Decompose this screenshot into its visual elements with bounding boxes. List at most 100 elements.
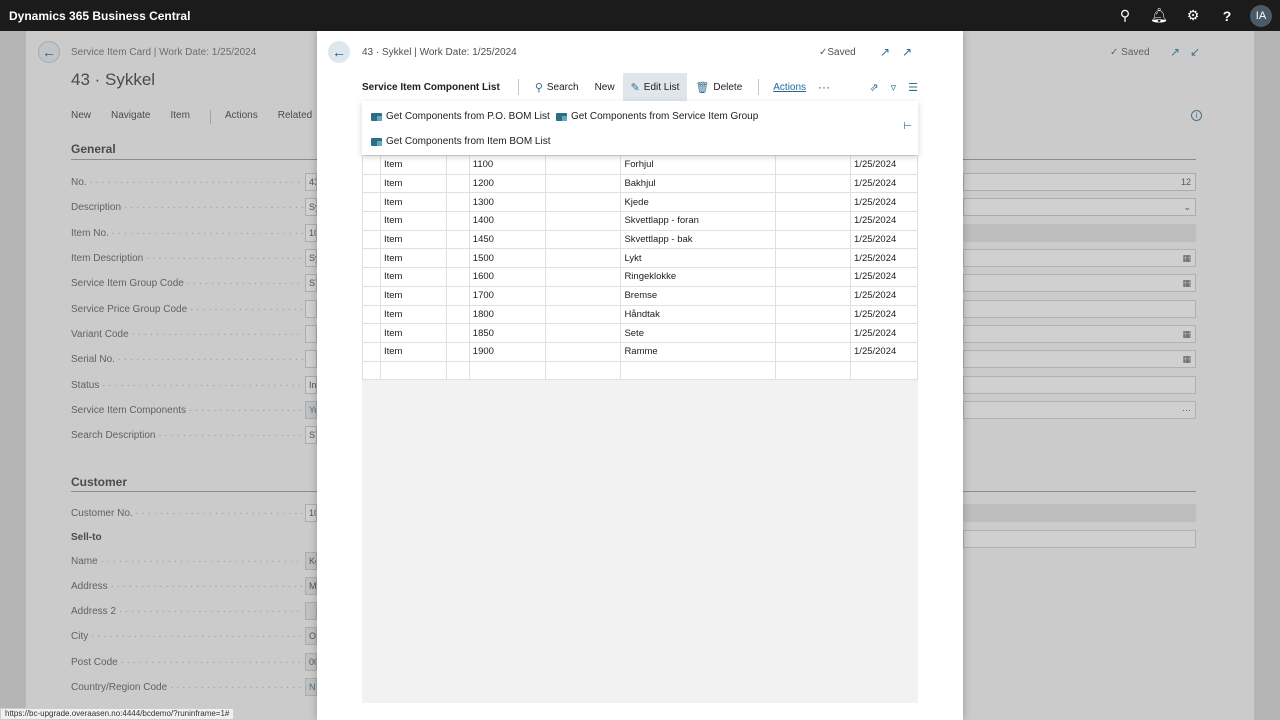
table-row[interactable]: Item 1600 Ringeklokke 1/25/2024 <box>362 267 918 287</box>
filter-icon[interactable]: ▿ <box>891 81 897 94</box>
extra-cell[interactable] <box>775 192 852 213</box>
type-cell[interactable]: Item <box>379 211 447 231</box>
row-selector[interactable] <box>362 229 381 250</box>
table-row[interactable]: Item 1300 Kjede 1/25/2024 <box>362 192 918 213</box>
back-button[interactable]: ← <box>328 41 350 63</box>
description-cell[interactable]: Kjede <box>620 192 777 213</box>
no-cell[interactable]: 1700 <box>468 285 546 306</box>
field-input-country[interactable]: NO <box>305 678 317 696</box>
description-cell[interactable]: Bremse <box>620 285 777 306</box>
row-selector[interactable] <box>362 341 381 362</box>
field-input-address-2[interactable] <box>305 602 317 620</box>
spacer-cell[interactable] <box>445 248 470 269</box>
get-components-item-bom[interactable]: Get Components from Item BOM List <box>371 136 551 147</box>
bg-back-button[interactable]: ← <box>38 41 60 63</box>
extra-cell[interactable] <box>775 229 852 250</box>
new-button[interactable]: New <box>587 73 623 101</box>
empty-cell[interactable] <box>379 360 447 381</box>
variant-cell[interactable] <box>544 192 622 213</box>
field-input-item-description[interactable]: Sy <box>305 249 317 267</box>
variant-cell[interactable] <box>544 304 622 325</box>
date-cell[interactable]: 1/25/2024 <box>850 285 918 306</box>
field-input-serial-no[interactable] <box>305 350 317 368</box>
row-selector[interactable] <box>362 304 381 325</box>
variant-cell[interactable] <box>544 155 622 175</box>
spacer-cell[interactable] <box>445 211 470 231</box>
type-cell[interactable]: Item <box>379 323 447 343</box>
bg-menu-navigate[interactable]: Navigate <box>111 110 150 124</box>
field-input-search-description[interactable]: SY <box>305 426 317 444</box>
table-row[interactable]: Item 1500 Lykt 1/25/2024 <box>362 248 918 269</box>
spacer-cell[interactable] <box>445 267 470 287</box>
field-input-city[interactable]: Os <box>305 627 317 645</box>
get-components-po-bom[interactable]: Get Components from P.O. BOM List <box>371 111 550 122</box>
spacer-cell[interactable] <box>445 341 470 362</box>
variant-cell[interactable] <box>544 248 622 269</box>
date-cell[interactable]: 1/25/2024 <box>850 155 918 175</box>
search-button[interactable]: ⚲ Search <box>527 73 587 101</box>
search-icon[interactable]: ⚲ <box>1108 0 1142 31</box>
no-cell[interactable]: 1300 <box>468 192 546 213</box>
avatar[interactable]: IA <box>1250 4 1272 27</box>
table-row[interactable]: Item 1200 Bakhjul 1/25/2024 <box>362 173 918 194</box>
date-cell[interactable]: 1/25/2024 <box>850 341 918 362</box>
spacer-cell[interactable] <box>445 285 470 306</box>
pin-icon[interactable]: ⊢ <box>903 121 912 132</box>
bg-menu-related[interactable]: Related <box>278 110 312 124</box>
field-input-description[interactable]: Sykkel <box>305 198 317 216</box>
field-input-post-code[interactable]: 00 <box>305 653 317 671</box>
right-field-empty-2[interactable] <box>963 376 1196 394</box>
extra-cell[interactable] <box>775 155 852 175</box>
description-cell[interactable]: Skvettlapp - foran <box>620 211 777 231</box>
date-cell[interactable]: 1/25/2024 <box>850 248 918 269</box>
no-cell[interactable]: 1100 <box>468 155 546 175</box>
spacer-cell[interactable] <box>445 304 470 325</box>
spacer-cell[interactable] <box>445 229 470 250</box>
bg-menu-item[interactable]: Item <box>170 110 189 124</box>
calendar-icon[interactable]: ▦ <box>1182 354 1191 364</box>
row-selector[interactable] <box>362 248 381 269</box>
no-cell[interactable]: 1900 <box>468 341 546 362</box>
field-input-name[interactable]: Ko <box>305 552 317 570</box>
variant-cell[interactable] <box>544 285 622 306</box>
right-field-empty-3[interactable] <box>963 530 1196 548</box>
no-cell[interactable]: 1850 <box>468 323 546 343</box>
row-selector[interactable] <box>362 155 381 175</box>
field-input-service-item-components[interactable]: Ye <box>305 401 317 419</box>
field-input-item-no[interactable]: 10 <box>305 224 317 242</box>
field-input-address[interactable]: M <box>305 577 317 595</box>
calendar-icon[interactable]: ▦ <box>1182 329 1191 339</box>
date-cell[interactable]: 1/25/2024 <box>850 323 918 343</box>
date-cell[interactable]: 1/25/2024 <box>850 211 918 231</box>
right-field-no[interactable]: 12 <box>963 173 1196 191</box>
empty-cell[interactable] <box>850 360 918 381</box>
right-field-date-3[interactable]: ▦ <box>963 325 1196 343</box>
type-cell[interactable]: Item <box>379 192 447 213</box>
date-cell[interactable]: 1/25/2024 <box>850 192 918 213</box>
type-cell[interactable]: Item <box>379 155 447 175</box>
date-cell[interactable]: 1/25/2024 <box>850 304 918 325</box>
right-field-lookup[interactable]: ··· <box>963 401 1196 419</box>
description-cell[interactable]: Ramme <box>620 341 777 362</box>
spacer-cell[interactable] <box>445 173 470 194</box>
field-input-variant-code[interactable] <box>305 325 317 343</box>
description-cell[interactable]: Skvettlapp - bak <box>620 229 777 250</box>
right-field-date-2[interactable]: ▦ <box>963 274 1196 292</box>
variant-cell[interactable] <box>544 267 622 287</box>
variant-cell[interactable] <box>544 211 622 231</box>
empty-cell[interactable] <box>445 360 470 381</box>
new-entry-row[interactable] <box>362 360 918 381</box>
type-cell[interactable]: Item <box>379 285 447 306</box>
no-cell[interactable]: 1400 <box>468 211 546 231</box>
description-cell[interactable]: Sete <box>620 323 777 343</box>
extra-cell[interactable] <box>775 285 852 306</box>
spacer-cell[interactable] <box>445 323 470 343</box>
row-selector[interactable] <box>362 285 381 306</box>
general-section-title[interactable]: General <box>71 142 116 156</box>
right-field-empty-1[interactable] <box>963 300 1196 318</box>
field-input-service-price-group[interactable] <box>305 300 317 318</box>
spacer-cell[interactable] <box>445 155 470 175</box>
variant-cell[interactable] <box>544 341 622 362</box>
right-field-date-1[interactable]: ▦ <box>963 249 1196 267</box>
field-input-status[interactable]: In <box>305 376 317 394</box>
